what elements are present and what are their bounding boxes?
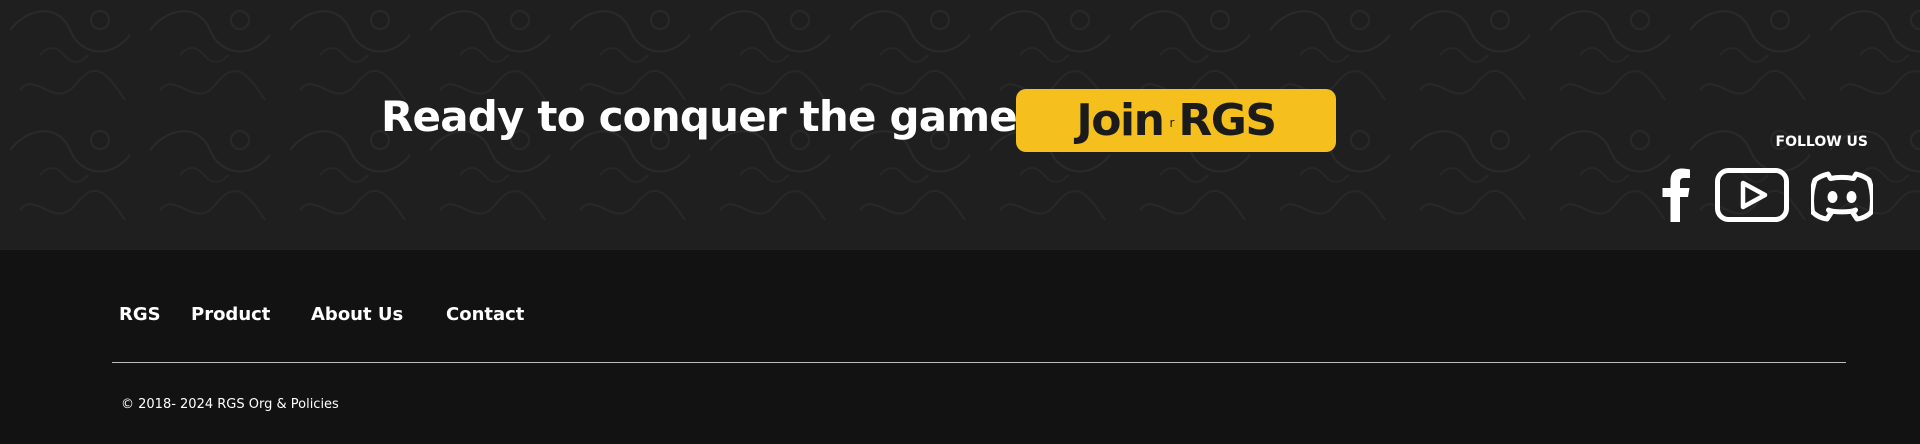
youtube-icon <box>1715 168 1789 222</box>
rgs-word: RGS <box>1178 95 1277 146</box>
page: Ready to conquer the game? Join rRGS FOLL… <box>0 0 1920 444</box>
cta-banner: Ready to conquer the game? Join rRGS FOLL… <box>0 0 1920 250</box>
join-word: Join <box>1076 95 1165 146</box>
nav-link-rgs[interactable]: RGS <box>119 302 161 328</box>
footer-nav: RGS Product About Us Contact <box>0 302 1920 328</box>
facebook-link[interactable] <box>1658 166 1694 224</box>
nav-link-about-us[interactable]: About Us <box>311 302 403 328</box>
follow-us-label: FOLLOW US <box>1775 134 1868 150</box>
youtube-link[interactable] <box>1714 166 1790 224</box>
nav-link-product[interactable]: Product <box>191 302 270 328</box>
join-rgs-button[interactable]: Join rRGS <box>1016 89 1336 152</box>
copyright-text: © 2018- 2024 RGS Org & Policies <box>121 397 339 412</box>
join-button-label: Join rRGS <box>1076 95 1277 146</box>
facebook-icon <box>1662 168 1690 222</box>
nav-link-contact[interactable]: Contact <box>446 302 524 328</box>
footer-divider <box>112 362 1846 363</box>
join-separator: r <box>1169 116 1175 130</box>
cta-heading: Ready to conquer the game? <box>381 92 1041 141</box>
discord-icon <box>1811 171 1873 222</box>
discord-link[interactable] <box>1810 166 1874 224</box>
